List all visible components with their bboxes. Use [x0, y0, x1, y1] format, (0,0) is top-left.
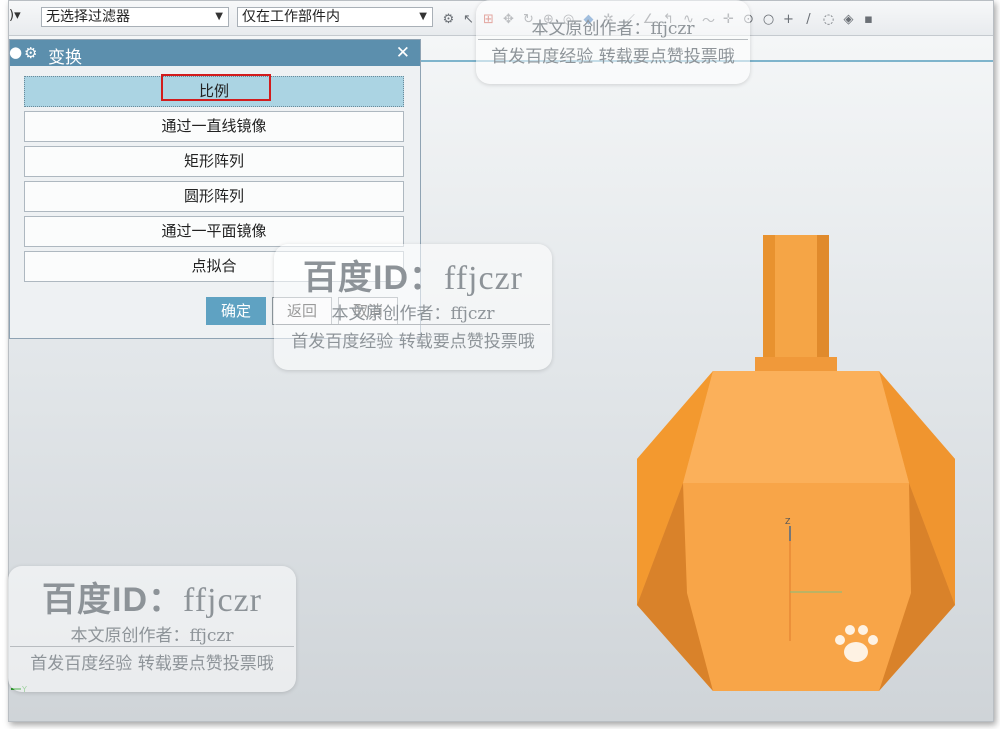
dialog-dot-icon: ●: [9, 43, 23, 61]
baidu-paw-icon: [835, 625, 878, 662]
neck-shade-right: [817, 235, 829, 363]
dialog-title: 变换: [48, 48, 82, 68]
watermark-top-author: 本文原创作者：ffjczr: [531, 19, 695, 39]
scope-combo[interactable]: 仅在工作部件内 ▼: [237, 7, 433, 27]
watermark-top: 本文原创作者：ffjczr 首发百度经验 转载要点赞投票哦: [478, 14, 748, 67]
toolbar-dropdown-stub[interactable]: )▾: [9, 8, 21, 23]
plus-icon[interactable]: +: [781, 12, 796, 27]
watermark-bottom-note: 首发百度经验 转载要点赞投票哦: [10, 646, 294, 674]
face-icon[interactable]: ◈: [841, 12, 856, 27]
circle-icon[interactable]: ○: [761, 12, 776, 27]
option-mirror-line[interactable]: 通过一直线镜像: [24, 111, 404, 142]
watermark-mid-note: 首发百度经验 转载要点赞投票哦: [276, 324, 550, 352]
body-facet-top: [683, 371, 909, 483]
option-mirror-plane[interactable]: 通过一平面镜像: [24, 216, 404, 247]
select-icon[interactable]: ↖: [461, 12, 476, 27]
bottle-collar: [755, 357, 837, 371]
dialog-titlebar[interactable]: ● ⚙ 变换 ✕: [9, 40, 420, 68]
scope-value: 仅在工作部件内: [242, 9, 340, 25]
slash-icon[interactable]: /: [801, 12, 816, 27]
watermark-bottom-title: 百度ID：ffjczr: [10, 572, 294, 621]
watermark-mid-author: 本文原创作者：ffjczr: [331, 304, 495, 324]
watermark-bottom-id: ffjczr: [183, 582, 262, 619]
z-axis-label: Z: [785, 517, 791, 526]
more-icon[interactable]: ▪: [861, 12, 876, 27]
option-circular-array[interactable]: 圆形阵列: [24, 181, 404, 212]
chevron-down-icon: ▼: [419, 11, 427, 22]
filter-icon[interactable]: ⚙: [441, 12, 456, 27]
ok-button[interactable]: 确定: [206, 297, 266, 325]
neck-shade: [763, 235, 775, 363]
watermark-bottom-author: 本文原创作者：ffjczr: [70, 626, 234, 646]
watermark-mid: 百度ID：ffjczr 本文原创作者：ffjczr 首发百度经验 转载要点赞投票…: [276, 250, 550, 352]
annotation-red-box: [161, 74, 271, 101]
watermark-bottom-label: 百度ID：: [42, 581, 183, 619]
arc-point-icon[interactable]: ◌: [821, 12, 836, 27]
watermark-bottom: 百度ID：ffjczr 本文原创作者：ffjczr 首发百度经验 转载要点赞投票…: [10, 572, 294, 674]
chevron-down-icon: ▼: [215, 11, 223, 22]
watermark-mid-title: 百度ID：ffjczr: [276, 250, 550, 299]
option-rect-array[interactable]: 矩形阵列: [24, 146, 404, 177]
watermark-mid-label: 百度ID：: [303, 259, 444, 297]
watermark-top-note: 首发百度经验 转载要点赞投票哦: [478, 39, 748, 67]
close-icon[interactable]: ✕: [396, 43, 410, 63]
watermark-mid-id: ffjczr: [444, 260, 523, 297]
selection-filter-value: 无选择过滤器: [46, 9, 130, 25]
gear-icon[interactable]: ⚙: [24, 44, 37, 62]
selection-filter-combo[interactable]: 无选择过滤器 ▼: [41, 7, 229, 27]
